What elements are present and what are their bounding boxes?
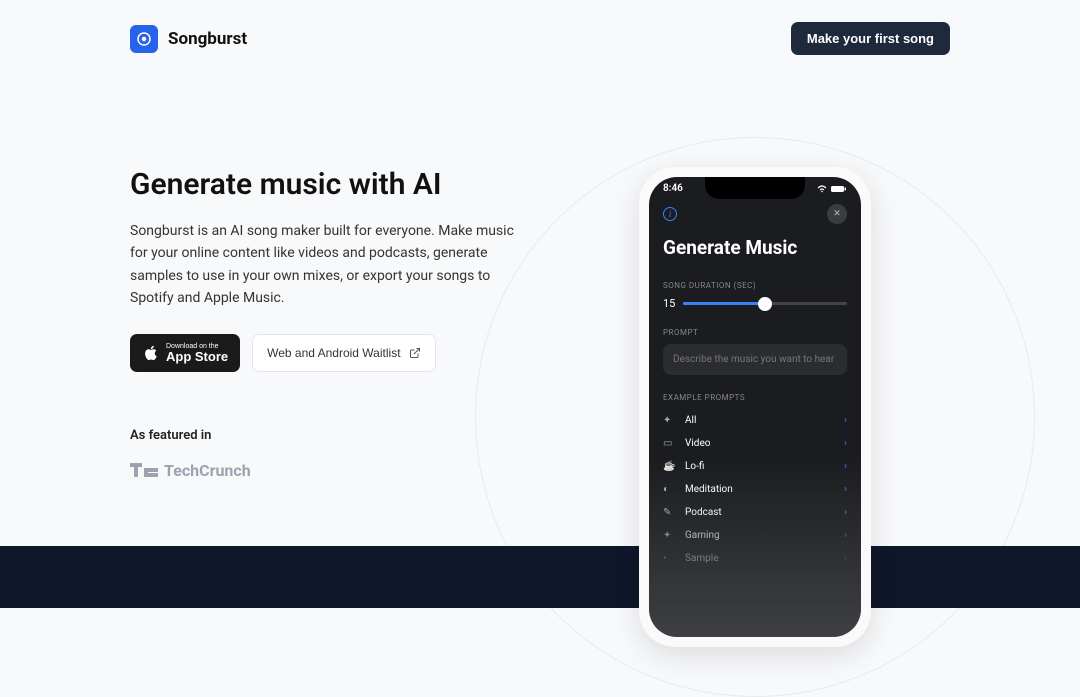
wifi-icon — [816, 185, 828, 193]
slider-fill — [683, 302, 765, 305]
example-row[interactable]: ✎ Podcast › — [663, 501, 847, 524]
example-list: ✦ All › ▭ Video › ☕ Lo-fi › ◐ Meditation — [663, 409, 847, 570]
appstore-big-text: App Store — [166, 350, 228, 363]
duration-value: 15 — [663, 297, 675, 310]
tc-icon — [130, 463, 158, 477]
brand-logo[interactable]: Songburst — [130, 25, 247, 53]
sample-icon: • — [663, 553, 675, 564]
lofi-icon: ☕ — [663, 461, 675, 472]
gaming-icon: ✦ — [663, 530, 675, 541]
example-label: All — [685, 415, 696, 426]
battery-icon — [831, 185, 847, 193]
prompt-input[interactable]: Describe the music you want to hear — [663, 344, 847, 375]
chevron-right-icon: › — [844, 484, 847, 495]
chevron-right-icon: › — [844, 553, 847, 564]
examples-label: EXAMPLE PROMPTS — [663, 393, 847, 402]
hero-title: Generate music with AI — [130, 167, 520, 202]
status-time: 8:46 — [663, 183, 683, 194]
example-label: Video — [685, 438, 710, 449]
sparkle-icon: ✦ — [663, 415, 675, 426]
external-link-icon — [409, 347, 421, 359]
screen-body: i ✕ Generate Music SONG DURATION (SEC) 1… — [649, 194, 861, 580]
close-icon[interactable]: ✕ — [827, 204, 847, 224]
phone-notch — [705, 177, 805, 199]
example-row[interactable]: ▭ Video › — [663, 432, 847, 455]
example-row[interactable]: ✦ Gaming › — [663, 524, 847, 547]
bottom-bar — [0, 546, 1080, 608]
chevron-right-icon: › — [844, 461, 847, 472]
button-row: Download on the App Store Web and Androi… — [130, 334, 520, 372]
waitlist-label: Web and Android Waitlist — [267, 346, 400, 360]
header: Songburst Make your first song — [0, 0, 1080, 77]
chevron-right-icon: › — [844, 415, 847, 426]
example-row[interactable]: • Sample › — [663, 547, 847, 570]
example-label: Gaming — [685, 530, 720, 541]
chevron-right-icon: › — [844, 530, 847, 541]
duration-slider-row: 15 — [663, 297, 847, 310]
info-icon[interactable]: i — [663, 207, 677, 221]
screen-title: Generate Music — [663, 236, 847, 259]
example-row[interactable]: ✦ All › — [663, 409, 847, 432]
status-indicators — [816, 183, 847, 194]
podcast-icon: ✎ — [663, 507, 675, 518]
waitlist-button[interactable]: Web and Android Waitlist — [252, 334, 435, 372]
phone-screen: 8:46 i ✕ Generate Music SONG DURATION (S… — [649, 177, 861, 637]
video-icon: ▭ — [663, 438, 675, 449]
techcrunch-text: TechCrunch — [164, 461, 251, 480]
prompt-label: PROMPT — [663, 328, 847, 337]
example-label: Podcast — [685, 507, 722, 518]
brand-name: Songburst — [168, 29, 247, 49]
hero-description: Songburst is an AI song maker built for … — [130, 220, 520, 310]
featured-label: As featured in — [130, 428, 520, 443]
duration-label: SONG DURATION (SEC) — [663, 281, 847, 290]
slider-thumb[interactable] — [758, 297, 772, 311]
logo-icon — [130, 25, 158, 53]
duration-slider[interactable] — [683, 302, 847, 305]
phone-mockup: 8:46 i ✕ Generate Music SONG DURATION (S… — [639, 167, 871, 647]
chevron-right-icon: › — [844, 507, 847, 518]
example-label: Sample — [685, 553, 719, 564]
screen-top-row: i ✕ — [663, 204, 847, 224]
example-row[interactable]: ☕ Lo-fi › — [663, 455, 847, 478]
techcrunch-logo: TechCrunch — [130, 461, 520, 480]
apple-icon — [142, 344, 160, 362]
appstore-button[interactable]: Download on the App Store — [130, 334, 240, 372]
chevron-right-icon: › — [844, 438, 847, 449]
example-row[interactable]: ◐ Meditation › — [663, 478, 847, 501]
make-song-button[interactable]: Make your first song — [791, 22, 950, 55]
example-label: Lo-fi — [685, 461, 704, 472]
example-label: Meditation — [685, 484, 733, 495]
meditation-icon: ◐ — [663, 484, 675, 495]
